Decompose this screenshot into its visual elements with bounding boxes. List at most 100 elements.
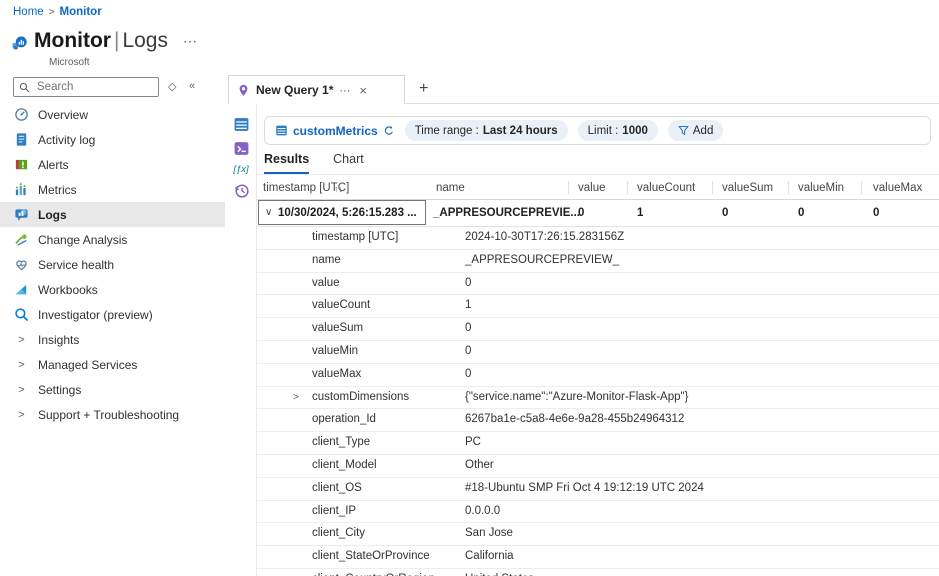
sidebar-item-change-analysis[interactable]: Change Analysis: [0, 227, 225, 252]
detail-row-timestamp[interactable]: timestamp [UTC] 2024-10-30T17:26:15.2831…: [257, 227, 939, 250]
detail-key: timestamp [UTC]: [312, 227, 398, 249]
sidebar-item-overview[interactable]: Overview: [0, 102, 225, 127]
detail-key: customDimensions: [312, 387, 409, 409]
column-separator[interactable]: [712, 181, 713, 194]
column-header-valuecount[interactable]: valueCount: [637, 177, 695, 199]
cell-timestamp[interactable]: 10/30/2024, 5:26:15.283 ...: [278, 200, 417, 226]
cell-valuecount[interactable]: 1: [637, 200, 643, 226]
sidebar-item-label: Change Analysis: [38, 233, 127, 247]
detail-row-valuemin[interactable]: valueMin 0: [257, 341, 939, 364]
sidebar-item-alerts[interactable]: Alerts: [0, 152, 225, 177]
detail-row-valuesum[interactable]: valueSum 0: [257, 318, 939, 341]
cell-valuemax[interactable]: 0: [873, 200, 879, 226]
collapse-sidebar-icon[interactable]: «: [189, 80, 195, 92]
detail-value: _APPRESOURCEPREVIEW_: [465, 250, 619, 272]
detail-row-customdimensions[interactable]: > customDimensions {"service.name":"Azur…: [257, 387, 939, 410]
detail-row-valuemax[interactable]: valueMax 0: [257, 364, 939, 387]
table-icon: [275, 124, 288, 137]
detail-row-client-type[interactable]: client_Type PC: [257, 432, 939, 455]
tables-icon[interactable]: [233, 116, 250, 133]
queries-icon[interactable]: [233, 140, 250, 157]
sidebar-item-logs[interactable]: Logs: [0, 202, 225, 227]
sidebar-item-label: Activity log: [38, 133, 95, 147]
sidebar-item-workbooks[interactable]: Workbooks: [0, 277, 225, 302]
detail-row-client-stateorprovince[interactable]: client_StateOrProvince California: [257, 546, 939, 569]
dock-icon[interactable]: ◇: [168, 80, 176, 93]
column-header-value[interactable]: value: [578, 177, 606, 199]
functions-icon[interactable]: [ƒx]: [233, 164, 248, 175]
alerts-icon: [14, 157, 29, 172]
detail-row-operation-id[interactable]: operation_Id 6267ba1e-c5a8-4e6e-9a28-455…: [257, 409, 939, 432]
breadcrumb-monitor-link[interactable]: Monitor: [60, 6, 102, 18]
sort-icon[interactable]: ↑↓: [334, 178, 343, 200]
tab-results[interactable]: Results: [264, 152, 309, 174]
workbooks-icon: [14, 282, 29, 297]
results-tab-bar: Results Chart: [264, 152, 364, 174]
expand-chevron-icon[interactable]: >: [293, 387, 299, 409]
new-tab-button[interactable]: +: [419, 80, 428, 98]
sidebar-item-service-health[interactable]: Service health: [0, 252, 225, 277]
column-separator[interactable]: [568, 181, 569, 194]
sidebar-item-label: Managed Services: [38, 358, 137, 372]
table-reference[interactable]: customMetrics: [275, 124, 395, 138]
sidebar-item-managed-services[interactable]: > Managed Services: [0, 352, 225, 377]
add-filter-pill[interactable]: Add: [668, 120, 723, 141]
sidebar-item-investigator[interactable]: Investigator (preview): [0, 302, 225, 327]
time-range-label: Time range :: [415, 125, 479, 137]
sidebar-item-label: Settings: [38, 383, 81, 397]
detail-row-client-model[interactable]: client_Model Other: [257, 455, 939, 478]
query-history-icon[interactable]: [233, 182, 250, 199]
sidebar-search[interactable]: [13, 77, 159, 97]
tab-chart[interactable]: Chart: [333, 152, 364, 174]
table-name[interactable]: customMetrics: [293, 124, 378, 138]
header-more-button[interactable]: ⋯: [183, 33, 198, 50]
breadcrumb-home-link[interactable]: Home: [13, 6, 44, 18]
tab-new-query-1[interactable]: New Query 1* ⋯ ×: [228, 75, 405, 104]
detail-row-client-ip[interactable]: client_IP 0.0.0.0: [257, 501, 939, 524]
sidebar-item-insights[interactable]: > Insights: [0, 327, 225, 352]
detail-row-value[interactable]: value 0: [257, 273, 939, 296]
page-title: Monitor|Logs: [34, 28, 168, 54]
column-header-valuemax[interactable]: valueMax: [873, 177, 922, 199]
table-row[interactable]: ∨ 10/30/2024, 5:26:15.283 ... _APPRESOUR…: [257, 200, 939, 226]
column-separator[interactable]: [861, 181, 862, 194]
time-range-pill[interactable]: Time range : Last 24 hours: [405, 120, 568, 141]
column-header-valuesum[interactable]: valueSum: [722, 177, 773, 199]
cell-value[interactable]: 0: [578, 200, 584, 226]
chevron-right-icon: >: [14, 384, 29, 396]
tab-close-icon[interactable]: ×: [359, 83, 367, 98]
sidebar-item-metrics[interactable]: Metrics: [0, 177, 225, 202]
column-header-valuemin[interactable]: valueMin: [798, 177, 844, 199]
query-pin-icon: [237, 84, 250, 97]
sidebar-item-label: Overview: [38, 108, 88, 122]
detail-value: 0: [465, 273, 471, 295]
detail-value: #18-Ubuntu SMP Fri Oct 4 19:12:19 UTC 20…: [465, 478, 704, 500]
column-header-name[interactable]: name: [436, 177, 465, 199]
detail-row-client-city[interactable]: client_City San Jose: [257, 523, 939, 546]
detail-row-valuecount[interactable]: valueCount 1: [257, 295, 939, 318]
column-separator[interactable]: [788, 181, 789, 194]
detail-row-client-os[interactable]: client_OS #18-Ubuntu SMP Fri Oct 4 19:12…: [257, 478, 939, 501]
refresh-icon[interactable]: [383, 125, 395, 137]
cell-valuemin[interactable]: 0: [798, 200, 804, 226]
tab-more-icon[interactable]: ⋯: [339, 84, 351, 97]
detail-row-name[interactable]: name _APPRESOURCEPREVIEW_: [257, 250, 939, 273]
cell-name[interactable]: _APPRESOURCEPREVIE...: [433, 200, 580, 226]
filter-icon: [678, 125, 689, 136]
sidebar-item-label: Logs: [38, 208, 67, 222]
column-separator[interactable]: [627, 181, 628, 194]
detail-value: PC: [465, 432, 481, 454]
detail-key: valueMax: [312, 364, 361, 386]
cell-valuesum[interactable]: 0: [722, 200, 728, 226]
sidebar-item-activity-log[interactable]: Activity log: [0, 127, 225, 152]
sidebar-item-settings[interactable]: > Settings: [0, 377, 225, 402]
limit-pill[interactable]: Limit : 1000: [578, 120, 658, 141]
detail-value: San Jose: [465, 523, 513, 545]
search-input[interactable]: [35, 80, 153, 94]
sidebar-item-label: Support + Troubleshooting: [38, 408, 179, 422]
detail-key: client_CountryOrRegion: [312, 569, 435, 576]
detail-row-client-countryorregion[interactable]: client_CountryOrRegion United States: [257, 569, 939, 576]
detail-value: United States: [465, 569, 534, 576]
sidebar-item-support-troubleshooting[interactable]: > Support + Troubleshooting: [0, 402, 225, 427]
row-expand-chevron-icon[interactable]: ∨: [265, 200, 272, 226]
